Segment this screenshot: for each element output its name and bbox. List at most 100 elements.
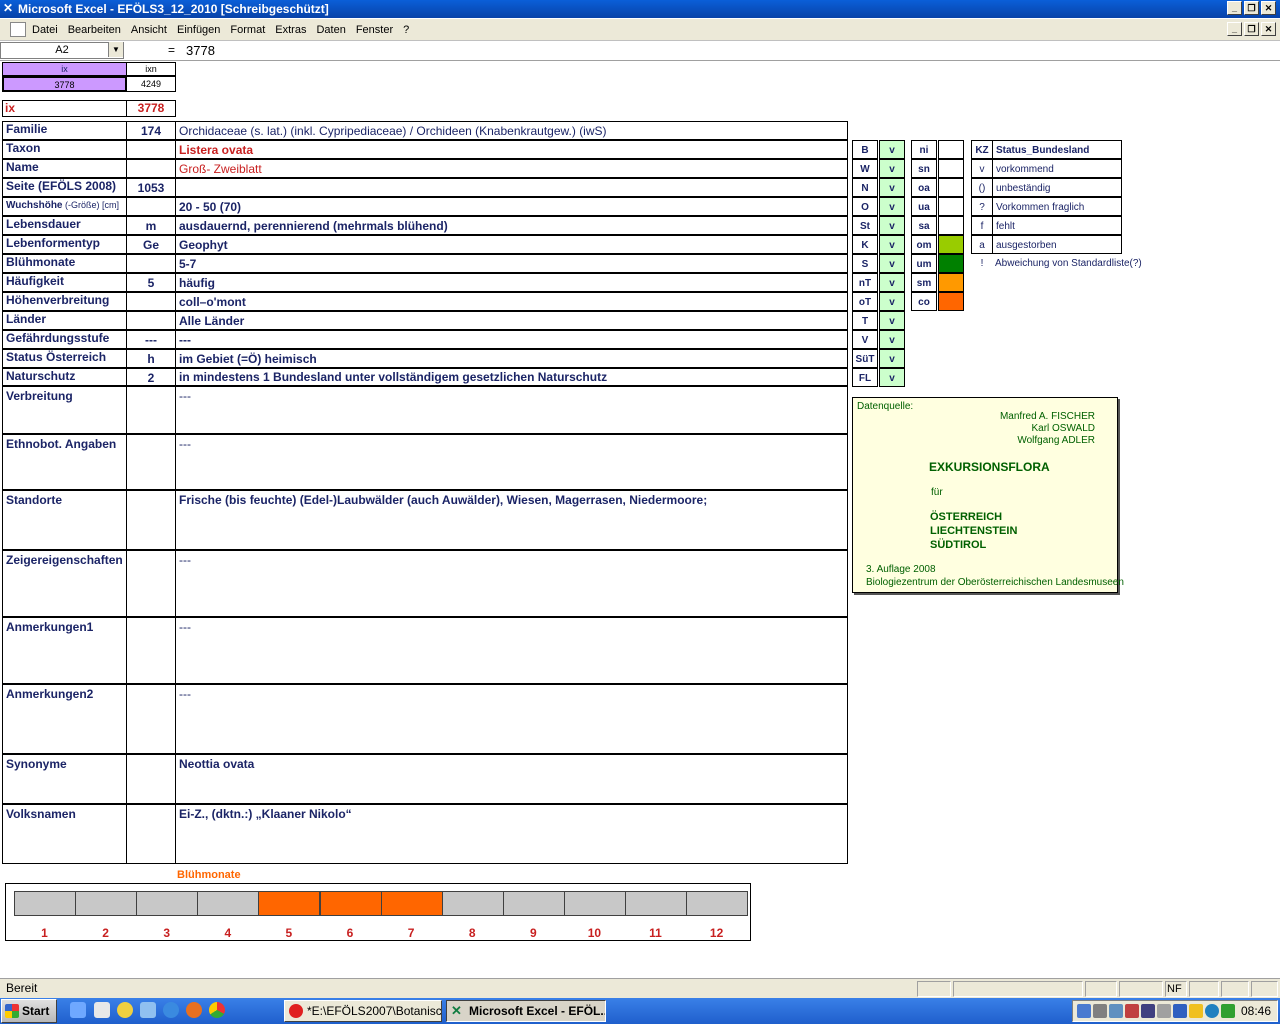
state-status[interactable]: v xyxy=(879,197,905,216)
tray-icon-5[interactable] xyxy=(1141,1004,1155,1018)
tall-row-value[interactable]: --- xyxy=(175,550,848,617)
menu-ansicht[interactable]: Ansicht xyxy=(131,24,167,36)
state-status[interactable]: v xyxy=(879,330,905,349)
row-value[interactable]: 20 - 50 (70) xyxy=(175,197,848,216)
workbook-minimize-button[interactable]: _ xyxy=(1227,22,1242,36)
minimize-button[interactable]: _ xyxy=(1227,1,1242,15)
row-code[interactable]: m xyxy=(126,216,176,235)
row-value[interactable]: Geophyt xyxy=(175,235,848,254)
state-status[interactable]: v xyxy=(879,235,905,254)
show-desktop-icon[interactable] xyxy=(70,1002,86,1018)
tall-row-code[interactable] xyxy=(126,804,176,864)
taskbar-item-excel[interactable]: ✕ Microsoft Excel - EFÖL... xyxy=(446,1000,606,1022)
formula-input[interactable]: 3778 xyxy=(186,43,215,58)
tray-icon-1[interactable] xyxy=(1077,1004,1091,1018)
workbook-close-button[interactable]: ✕ xyxy=(1261,22,1276,36)
menu-bearbeiten[interactable]: Bearbeiten xyxy=(68,24,121,36)
close-button[interactable]: ✕ xyxy=(1261,1,1276,15)
row-code[interactable]: 1053 xyxy=(126,178,176,197)
row-label: Häufigkeit xyxy=(2,273,127,292)
row-code[interactable] xyxy=(126,140,176,159)
row-value[interactable]: Alle Länder xyxy=(175,311,848,330)
menu-fenster[interactable]: Fenster xyxy=(356,24,393,36)
row-value[interactable]: häufig xyxy=(175,273,848,292)
bloom-month-label: 1 xyxy=(41,926,48,940)
tray-icon-10[interactable] xyxy=(1221,1004,1235,1018)
explorer-icon[interactable] xyxy=(94,1002,110,1018)
state-status[interactable]: v xyxy=(879,178,905,197)
row-value[interactable]: Groß- Zweiblatt xyxy=(175,159,848,178)
row-value[interactable] xyxy=(175,178,848,197)
name-box[interactable]: A2 xyxy=(0,42,124,59)
start-button[interactable]: Start xyxy=(1,999,57,1023)
tall-row-code[interactable] xyxy=(126,617,176,684)
row-code[interactable]: 5 xyxy=(126,273,176,292)
tall-row-value[interactable]: --- xyxy=(175,684,848,754)
row-code[interactable]: Ge xyxy=(126,235,176,254)
row-value[interactable]: 5-7 xyxy=(175,254,848,273)
menu-help[interactable]: ? xyxy=(403,24,409,36)
tall-row-code[interactable] xyxy=(126,386,176,434)
state-status[interactable]: v xyxy=(879,140,905,159)
menu-daten[interactable]: Daten xyxy=(316,24,345,36)
row-code[interactable] xyxy=(126,159,176,178)
row-code[interactable] xyxy=(126,311,176,330)
workbook-restore-button[interactable]: ❐ xyxy=(1244,22,1259,36)
row-value[interactable]: coll–o'mont xyxy=(175,292,848,311)
row-value[interactable]: --- xyxy=(175,330,848,349)
state-status[interactable]: v xyxy=(879,311,905,330)
firefox-icon[interactable] xyxy=(186,1002,202,1018)
tall-row-code[interactable] xyxy=(126,434,176,490)
row-code[interactable]: 174 xyxy=(126,121,176,140)
state-status[interactable]: v xyxy=(879,368,905,387)
row-code[interactable] xyxy=(126,292,176,311)
row-value[interactable]: ausdauernd, perennierend (mehrmals blühe… xyxy=(175,216,848,235)
chrome-icon[interactable] xyxy=(209,1002,225,1018)
menu-format[interactable]: Format xyxy=(230,24,265,36)
tray-icon-6[interactable] xyxy=(1157,1004,1171,1018)
row-code[interactable] xyxy=(126,197,176,216)
row-value[interactable]: in mindestens 1 Bundesland unter vollstä… xyxy=(175,368,848,386)
state-status[interactable]: v xyxy=(879,292,905,311)
taskbar-item-botanisc[interactable]: *E:\EFÖLS2007\Botanisc... xyxy=(284,1000,442,1022)
tall-row-value[interactable]: --- xyxy=(175,386,848,434)
row-value[interactable]: Orchidaceae (s. lat.) (inkl. Cypripediac… xyxy=(175,121,848,140)
row-code[interactable]: 2 xyxy=(126,368,176,386)
tray-icon-9[interactable] xyxy=(1205,1004,1219,1018)
ixn-value-cell[interactable]: 4249 xyxy=(126,76,176,92)
state-status[interactable]: v xyxy=(879,254,905,273)
state-status[interactable]: v xyxy=(879,273,905,292)
tall-row-value[interactable]: Neottia ovata xyxy=(175,754,848,804)
tray-icon-3[interactable] xyxy=(1109,1004,1123,1018)
row-code[interactable] xyxy=(126,254,176,273)
tray-icon-8[interactable] xyxy=(1189,1004,1203,1018)
tray-icon-7[interactable] xyxy=(1173,1004,1187,1018)
row-code[interactable]: --- xyxy=(126,330,176,349)
row-code[interactable]: h xyxy=(126,349,176,368)
tall-row-value[interactable]: Frische (bis feuchte) (Edel-)Laubwälder … xyxy=(175,490,848,550)
menu-datei[interactable]: Datei xyxy=(32,24,58,36)
menu-extras[interactable]: Extras xyxy=(275,24,306,36)
tall-row-code[interactable] xyxy=(126,490,176,550)
tall-row-code[interactable] xyxy=(126,684,176,754)
state-status[interactable]: v xyxy=(879,159,905,178)
tall-row-value[interactable]: Ei-Z., (dktn.:) „Klaaner Nikolo“ xyxy=(175,804,848,864)
tray-icon-2[interactable] xyxy=(1093,1004,1107,1018)
tall-row-value[interactable]: --- xyxy=(175,434,848,490)
ix-value-cell[interactable]: 3778 xyxy=(2,76,127,92)
maximize-button[interactable]: ❐ xyxy=(1244,1,1259,15)
chevron-down-icon[interactable]: ▼ xyxy=(108,42,123,57)
internet-explorer-icon[interactable] xyxy=(163,1002,179,1018)
tall-row-code[interactable] xyxy=(126,550,176,617)
network-icon[interactable] xyxy=(140,1002,156,1018)
tray-icon-4[interactable] xyxy=(1125,1004,1139,1018)
row-value[interactable]: im Gebiet (=Ö) heimisch xyxy=(175,349,848,368)
tall-row-code[interactable] xyxy=(126,754,176,804)
media-player-icon[interactable] xyxy=(117,1002,133,1018)
state-status[interactable]: v xyxy=(879,216,905,235)
state-status[interactable]: v xyxy=(879,349,905,368)
menu-einfuegen[interactable]: Einfügen xyxy=(177,24,220,36)
row-value[interactable]: Listera ovata xyxy=(175,140,848,159)
tall-row-value[interactable]: --- xyxy=(175,617,848,684)
workbook-icon[interactable] xyxy=(10,22,26,37)
